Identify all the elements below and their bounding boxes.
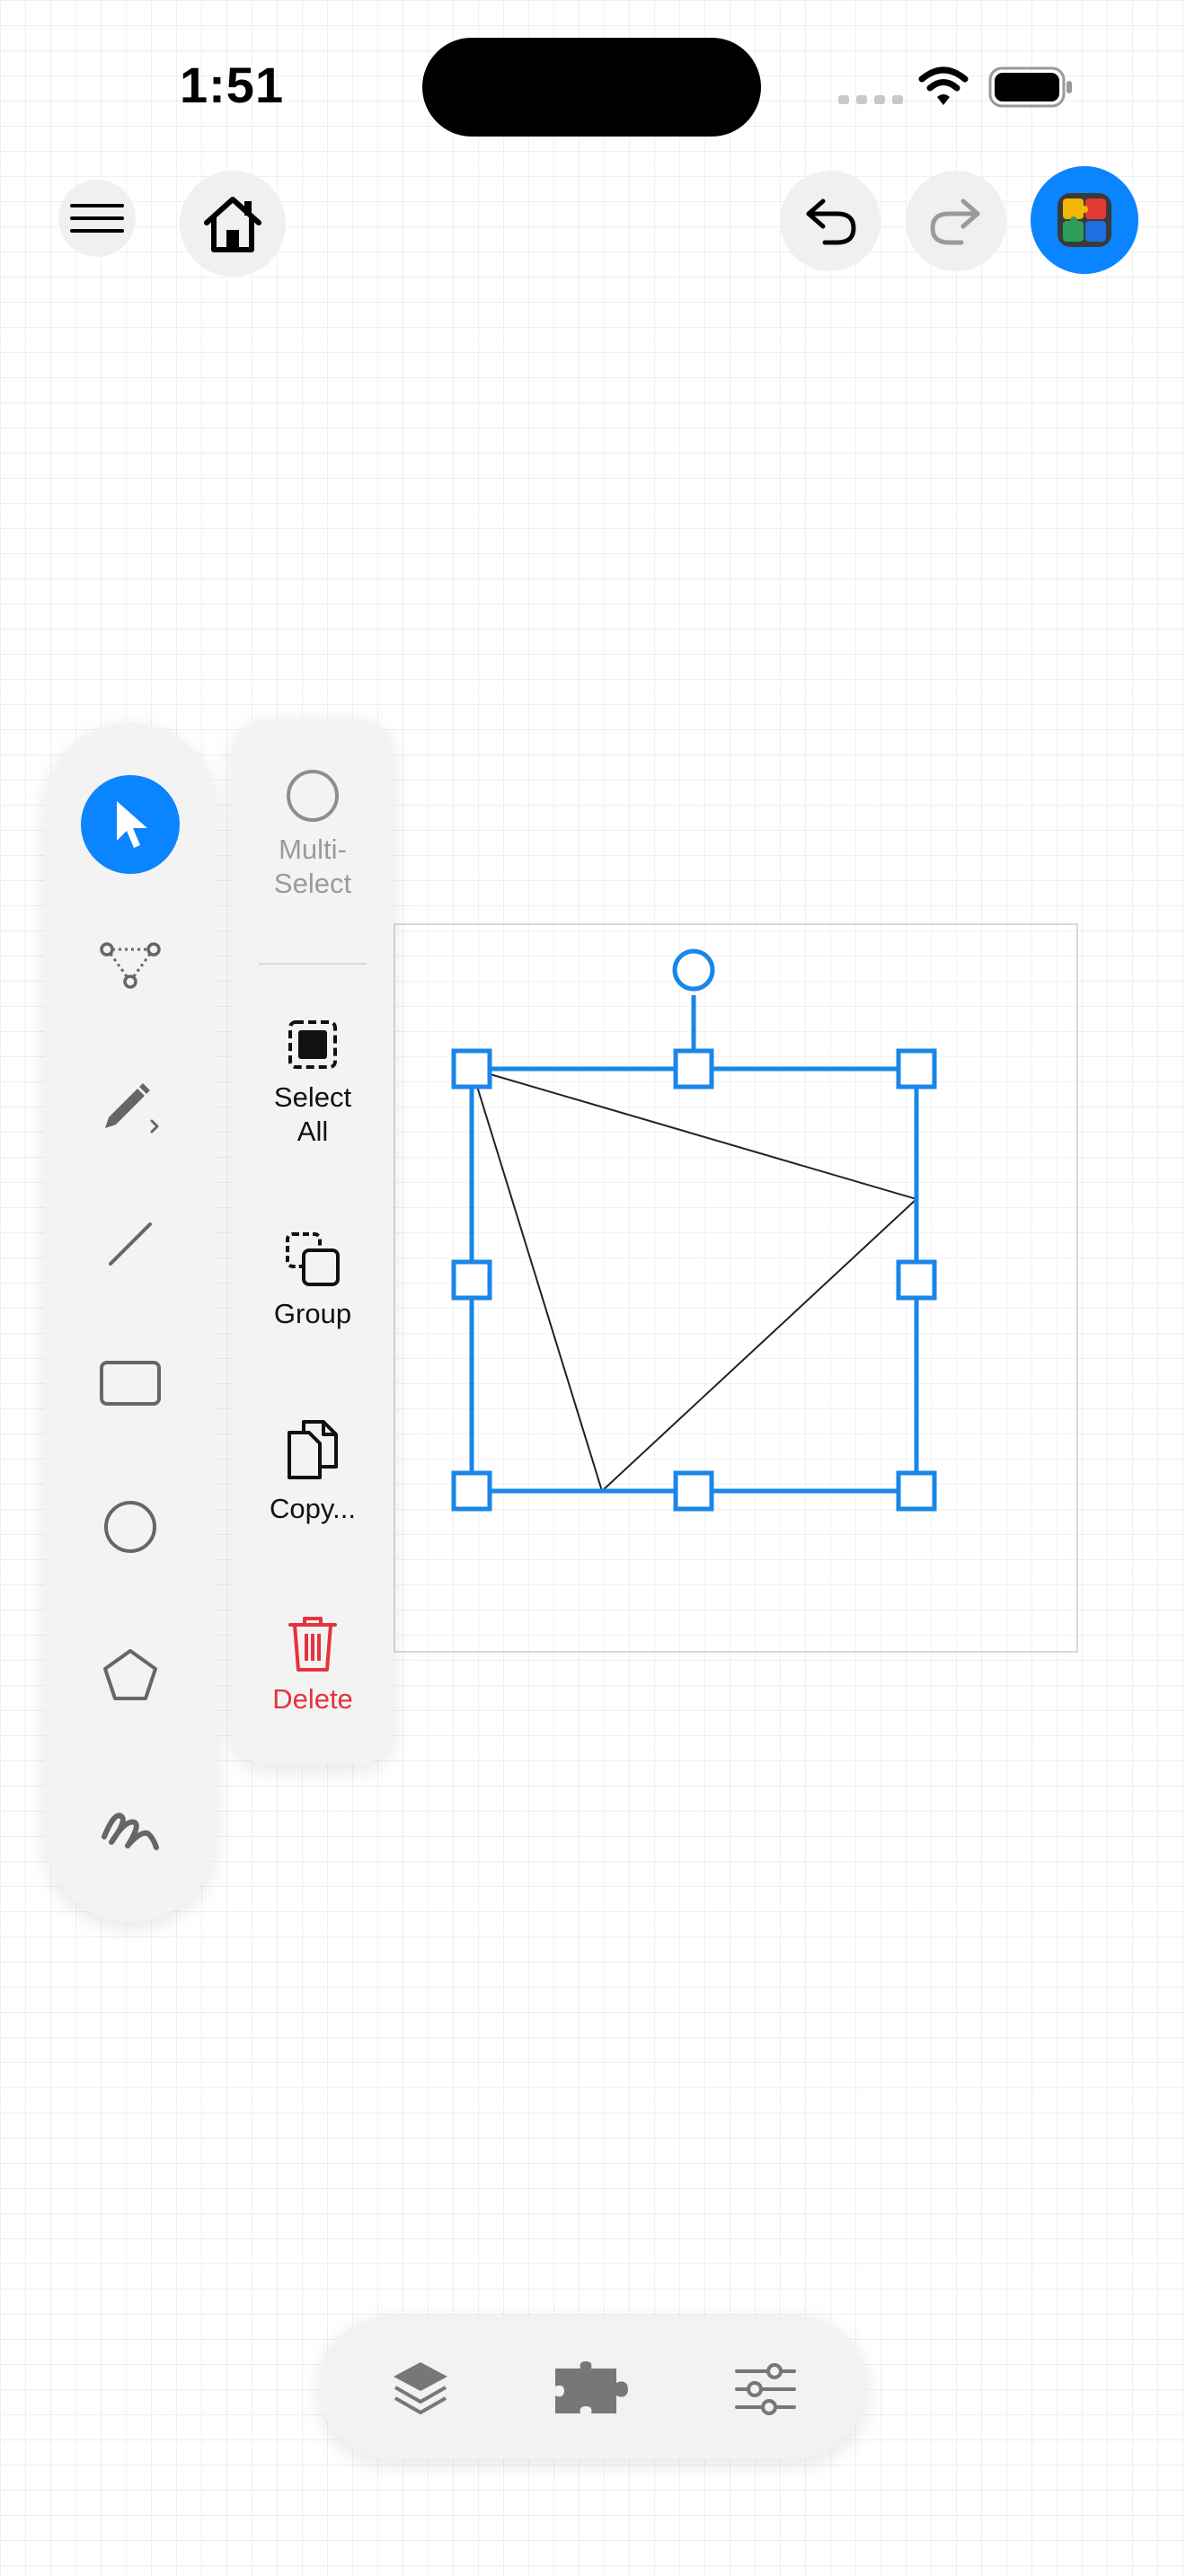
tool-select[interactable] [45, 771, 216, 878]
tool-path[interactable] [45, 912, 216, 1019]
delete-button[interactable]: Delete [232, 1614, 394, 1716]
copy-button[interactable]: Copy... [232, 1416, 394, 1526]
pencil-icon [105, 1083, 159, 1134]
pentagon-icon [103, 1649, 157, 1700]
home-button[interactable] [180, 171, 286, 277]
group-label: Group [273, 1298, 352, 1329]
select-all-button[interactable]: Select All [232, 1018, 394, 1149]
resize-handle-top[interactable] [673, 1048, 714, 1090]
multi-select-toggle[interactable]: Multi- Select [232, 768, 394, 901]
resize-handle-bottom-left[interactable] [451, 1470, 492, 1512]
group-icon [286, 1232, 340, 1286]
redo-button[interactable] [906, 171, 1006, 271]
redo-icon [930, 198, 980, 245]
resize-handle-bottom[interactable] [673, 1470, 714, 1512]
actions-divider [259, 963, 367, 965]
app-button[interactable] [1031, 166, 1138, 274]
tool-line[interactable] [45, 1190, 216, 1298]
select-all-label-line1: Select [273, 1081, 352, 1113]
copy-label: Copy... [270, 1493, 356, 1524]
trash-icon [288, 1617, 337, 1672]
puzzle-app-icon [1058, 193, 1111, 247]
circle-icon [104, 1501, 156, 1553]
node-path-icon [100, 942, 161, 989]
undo-icon [806, 198, 856, 245]
layers-button[interactable] [371, 2344, 470, 2434]
select-all-icon [288, 1020, 337, 1069]
resize-handle-top-left[interactable] [451, 1048, 492, 1090]
dynamic-island [422, 38, 761, 137]
group-button[interactable]: Group [232, 1231, 394, 1331]
menu-button[interactable] [58, 180, 136, 257]
resize-handle-top-right[interactable] [896, 1048, 937, 1090]
status-time: 1:51 [180, 57, 285, 113]
sliders-icon [735, 2363, 796, 2415]
triangle-shape[interactable] [470, 1067, 918, 1493]
puzzle-icon [555, 2361, 628, 2413]
tool-freehand[interactable] [45, 1774, 216, 1882]
wifi-icon [916, 65, 970, 108]
scribble-icon [102, 1813, 159, 1850]
settings-button[interactable] [716, 2344, 815, 2434]
multi-select-label-line1: Multi- [279, 834, 347, 865]
resize-handle-left[interactable] [451, 1259, 492, 1301]
tool-ellipse[interactable] [45, 1473, 216, 1581]
rectangle-icon [100, 1361, 161, 1406]
tool-palette [45, 723, 216, 1922]
hamburger-icon [70, 204, 124, 233]
tool-pencil[interactable] [45, 1055, 216, 1163]
radio-circle-icon [287, 770, 339, 822]
selected-shape[interactable] [431, 925, 970, 1536]
tool-rectangle[interactable] [45, 1329, 216, 1437]
pointer-icon [117, 801, 147, 848]
delete-label: Delete [272, 1683, 353, 1715]
home-icon [204, 197, 261, 252]
resize-handle-bottom-right[interactable] [896, 1470, 937, 1512]
battery-icon [988, 66, 1074, 108]
select-all-label-line2: All [296, 1116, 329, 1147]
plugins-button[interactable] [544, 2344, 642, 2434]
undo-button[interactable] [780, 171, 881, 271]
layers-icon [394, 2362, 447, 2414]
multi-select-label-line2: Select [273, 868, 352, 899]
selection-box [469, 1066, 919, 1494]
cellular-signal-icon [838, 93, 903, 106]
resize-handle-right[interactable] [896, 1259, 937, 1301]
copy-documents-icon [288, 1420, 338, 1479]
line-icon [109, 1222, 152, 1266]
select-tool-highlight [81, 775, 180, 874]
tool-polygon[interactable] [45, 1621, 216, 1729]
rotate-handle[interactable] [672, 948, 715, 992]
